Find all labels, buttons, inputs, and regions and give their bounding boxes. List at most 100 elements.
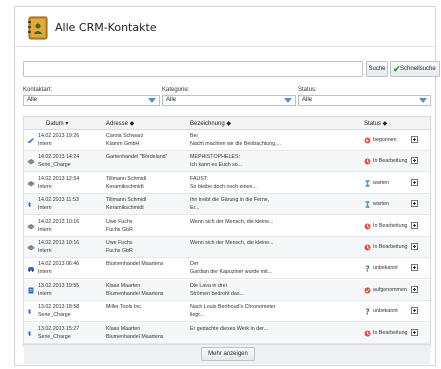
row-kind: Intern bbox=[38, 183, 52, 190]
row-status: begonnen bbox=[373, 137, 397, 143]
row-address-line1: Miller Tools Inc. bbox=[106, 304, 143, 311]
table-row[interactable]: 14.02.2013 06:46 Intern Blumenhandel Maart… bbox=[24, 258, 430, 280]
row-kind: Intern bbox=[38, 290, 52, 297]
expand-icon[interactable] bbox=[411, 264, 418, 272]
table-header: Datum ▾ Adresse ◆ Bezeichnung ◆ Status ◆ bbox=[24, 117, 430, 130]
expand-icon[interactable] bbox=[411, 178, 418, 186]
row-date: 13.02.2013 18:58 bbox=[38, 304, 80, 311]
svg-text:?: ? bbox=[365, 308, 369, 315]
row-description-line1: Die Lava in drei bbox=[190, 282, 227, 289]
expand-icon[interactable] bbox=[411, 243, 418, 250]
note-icon bbox=[27, 244, 35, 251]
table-row[interactable]: 13.02.2013 18:58 Serie_Charge Miller Tools… bbox=[24, 301, 430, 323]
column-status[interactable]: Status ◆ bbox=[364, 120, 387, 127]
row-address-line1: Tillmann Schmidt bbox=[106, 197, 147, 204]
row-description-line2: Gardian der Kapuziner wurde mit... bbox=[190, 269, 273, 276]
expand-icon[interactable] bbox=[411, 307, 418, 315]
mail-icon bbox=[27, 137, 35, 144]
row-kind: Intern bbox=[38, 248, 52, 254]
table-row[interactable]: 13.02.2013 15:27 Serie_Charge Klaas Maarte… bbox=[24, 322, 430, 344]
row-description-line2: Ich kann es Euch so... bbox=[190, 162, 243, 169]
row-description-line1: Wenn sich der Mensch, die kleine... bbox=[190, 240, 274, 246]
search-input[interactable] bbox=[23, 61, 363, 77]
column-date[interactable]: Datum ▾ bbox=[46, 120, 68, 127]
expand-icon[interactable] bbox=[411, 157, 418, 165]
table-row[interactable]: 13.02.2013 19:55 Intern Klaas Maarten Blume… bbox=[24, 279, 430, 301]
table-row[interactable]: 14.02.2013 11:53 Intern Tillmann Schmidt Ke… bbox=[24, 194, 430, 216]
phone-icon bbox=[27, 201, 35, 208]
column-description[interactable]: Bezeichnung ◆ bbox=[190, 120, 231, 127]
note-icon bbox=[27, 180, 35, 187]
filter-label-category: Kategorie: bbox=[162, 87, 190, 93]
chevron-down-icon bbox=[148, 98, 156, 103]
table-row[interactable]: 14.02.2013 10:16 Intern Uwe Fuchs Fuchs GbR… bbox=[24, 216, 430, 237]
row-address-line2: Fuchs GbR bbox=[106, 248, 133, 254]
row-status: In Bearbeitung bbox=[373, 222, 408, 229]
row-description-line2: Nacht machten wir die Beobachtung,... bbox=[190, 141, 281, 147]
row-date: 14.02.2013 19:26 bbox=[38, 133, 80, 139]
row-address-line1: Klaas Maarten bbox=[106, 325, 141, 332]
row-address-line2: Keramikschmidt bbox=[106, 183, 144, 190]
row-kind: Serie_Charge bbox=[38, 162, 71, 169]
expand-icon[interactable] bbox=[411, 200, 418, 208]
hourglass-icon bbox=[364, 201, 371, 208]
row-date: 14.02.2013 10:16 bbox=[38, 218, 80, 225]
show-more-button[interactable]: Mehr anzeigen bbox=[201, 347, 255, 361]
search-button[interactable]: Suche bbox=[366, 61, 388, 77]
taken-icon bbox=[364, 287, 371, 294]
row-date: 14.02.2013 14:24 bbox=[38, 154, 80, 161]
row-description-line1: Er gedachte dieses Werk in der... bbox=[190, 325, 268, 332]
filter-label-contact-type: Kontaktart: bbox=[23, 87, 53, 93]
row-date: 14.02.2013 12:54 bbox=[38, 175, 80, 182]
page-title: Alle CRM-Kontakte bbox=[55, 21, 157, 34]
svg-text:?: ? bbox=[365, 265, 369, 272]
row-kind: Intern bbox=[38, 205, 52, 212]
quick-search-button[interactable]: ✔ Schnellsuche bbox=[390, 61, 440, 77]
row-kind: Intern bbox=[38, 141, 52, 147]
row-description-line2: liegt... bbox=[190, 312, 205, 319]
column-address[interactable]: Adresse ◆ bbox=[106, 120, 134, 127]
row-description-line1: Nach Louis Berthoud's Chronometer bbox=[190, 304, 276, 311]
row-description-line1: FAUST: bbox=[190, 175, 208, 182]
hourglass-icon bbox=[364, 180, 371, 187]
search-bar: Suche ✔ Schnellsuche bbox=[23, 61, 440, 79]
phone-icon bbox=[27, 330, 35, 337]
row-description-line2: So bleibe doch noch einen... bbox=[190, 183, 257, 190]
table-row[interactable]: 14.02.2013 14:24 Serie_Charge Gartenhandel… bbox=[24, 151, 430, 173]
table-row[interactable]: 14.02.2013 19:26 Intern Carola Schwarz Klam… bbox=[24, 130, 430, 151]
row-description-line1: Bei bbox=[190, 133, 198, 139]
row-address-line1: Uwe Fuchs bbox=[106, 240, 133, 246]
more-bar: Mehr anzeigen bbox=[24, 344, 430, 364]
row-description-line2: Er... bbox=[190, 205, 200, 212]
expand-icon[interactable] bbox=[411, 328, 418, 336]
crm-panel: Alle CRM-Kontakte Suche ✔ Schnellsuche K… bbox=[14, 6, 440, 366]
row-description-line1: Der bbox=[190, 261, 199, 268]
row-status: In Bearbeitung bbox=[373, 329, 408, 336]
row-address-line1: Carola Schwarz bbox=[106, 133, 144, 139]
category-select[interactable]: Alle bbox=[162, 95, 296, 106]
row-kind: Intern bbox=[38, 226, 52, 233]
table-row[interactable]: 14.02.2013 10:16 Intern Uwe Fuchs Fuchs GbR… bbox=[24, 237, 430, 258]
row-status: warten bbox=[373, 179, 389, 186]
panel-header: Alle CRM-Kontakte bbox=[15, 7, 435, 47]
expand-icon[interactable] bbox=[411, 136, 418, 143]
note-icon bbox=[27, 223, 35, 230]
contact-type-select[interactable]: Alle bbox=[23, 95, 160, 106]
progress-icon bbox=[364, 223, 371, 230]
row-status: unbekannt bbox=[373, 308, 398, 315]
table-row[interactable]: 14.02.2013 12:54 Intern Tillmann Schmidt Ke… bbox=[24, 173, 430, 194]
row-address-line2: Keramikschmidt bbox=[106, 205, 144, 212]
progress-icon bbox=[364, 244, 371, 251]
expand-icon[interactable] bbox=[411, 285, 418, 293]
expand-icon[interactable] bbox=[411, 221, 418, 229]
row-description-line1: Ihn treibt die Gärung in die Ferne, bbox=[190, 197, 270, 204]
car-icon bbox=[27, 265, 35, 273]
contact-type-value: Alle bbox=[27, 97, 38, 103]
row-address-line1: Blumenhandel Maartens bbox=[106, 261, 164, 268]
row-address-line2: Klamm GmbH bbox=[106, 141, 140, 147]
book-icon bbox=[28, 16, 48, 40]
row-address-line2: Blumenhandel Maartens bbox=[106, 333, 164, 340]
status-select[interactable]: Alle bbox=[298, 95, 431, 106]
chevron-down-icon bbox=[419, 98, 427, 103]
note-icon bbox=[27, 158, 35, 165]
